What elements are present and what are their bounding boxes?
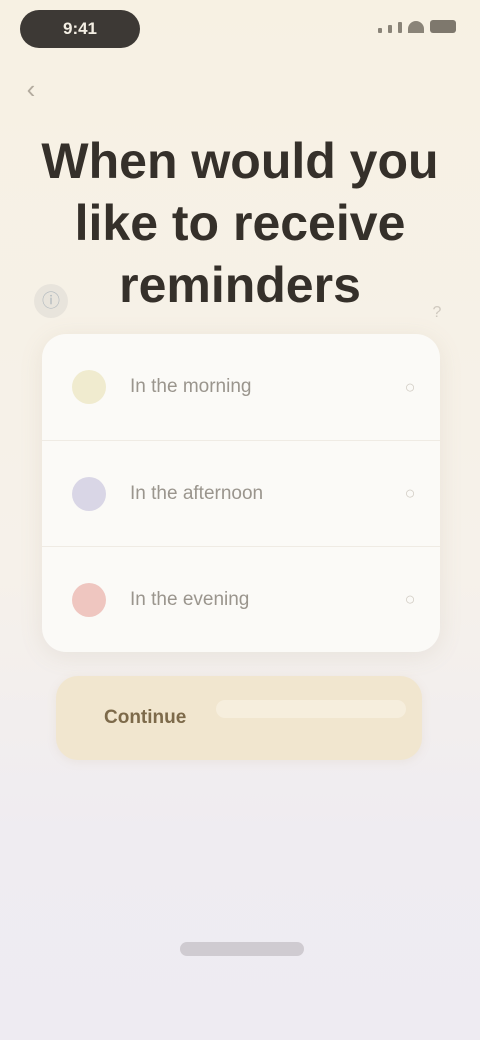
signal-icon — [378, 28, 382, 33]
sunrise-icon — [72, 370, 106, 404]
option-afternoon[interactable]: In the afternoon ○ — [42, 440, 440, 546]
signal-icon — [398, 22, 402, 33]
option-evening[interactable]: In the evening ○ — [42, 546, 440, 652]
helper-row: ⓘ ? — [30, 282, 450, 321]
help-icon[interactable]: ? — [428, 304, 446, 322]
back-arrow-icon[interactable]: ‹ — [16, 74, 46, 104]
status-time: 9:41 — [20, 10, 140, 48]
home-indicator[interactable] — [180, 942, 304, 956]
wifi-icon — [408, 21, 424, 33]
continue-button[interactable]: Continue — [56, 676, 422, 760]
option-label: In the morning — [130, 376, 252, 397]
radio-icon: ○ — [404, 589, 416, 609]
option-label: In the afternoon — [130, 482, 264, 504]
info-icon[interactable]: ⓘ — [34, 284, 68, 318]
moon-icon — [72, 582, 106, 617]
battery-icon — [430, 20, 456, 33]
continue-label: Continue — [104, 707, 187, 728]
clock-icon — [72, 476, 106, 511]
option-morning[interactable]: In the morning ○ — [42, 334, 440, 440]
radio-icon: ○ — [404, 483, 416, 503]
option-label: In the evening — [130, 588, 250, 610]
options-card: In the morning ○ In the afternoon ○ In t… — [42, 334, 440, 652]
radio-icon: ○ — [404, 376, 416, 397]
signal-icon — [388, 25, 392, 33]
button-highlight — [216, 700, 406, 718]
status-bar: 9:41 — [0, 0, 480, 64]
status-icons — [378, 20, 456, 33]
